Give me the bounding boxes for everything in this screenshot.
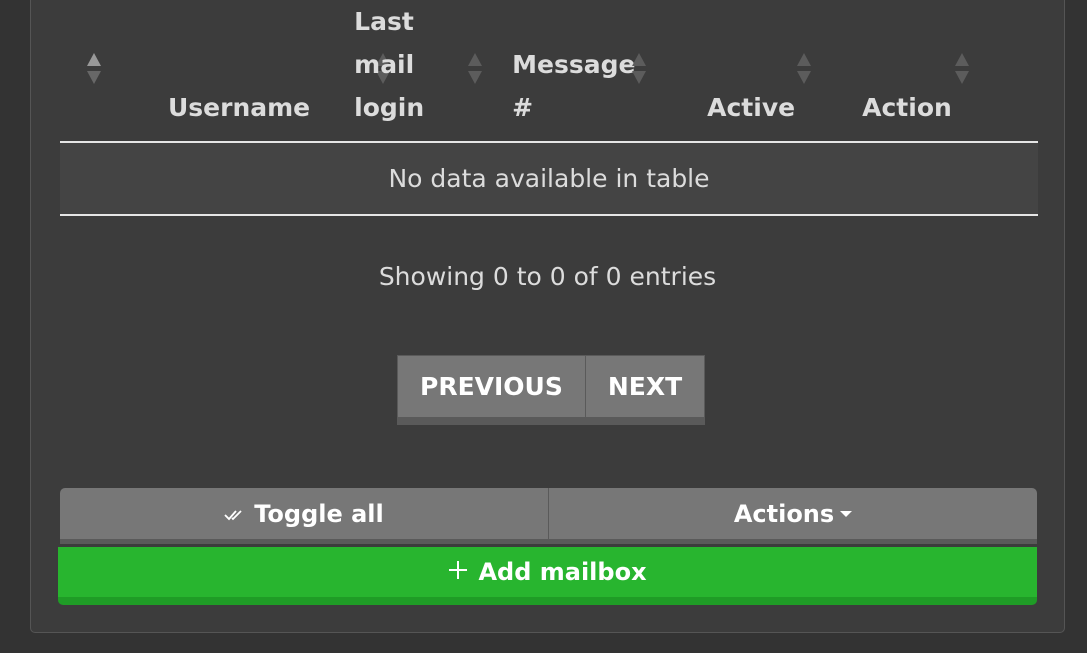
sort-icon bbox=[632, 53, 647, 87]
mailbox-panel: Username Last mail login Message # Activ… bbox=[30, 0, 1065, 633]
column-label: Active bbox=[707, 93, 796, 122]
actions-dropdown-button[interactable]: Actions bbox=[549, 488, 1037, 544]
plus-icon bbox=[448, 558, 468, 586]
column-label: Message # bbox=[512, 50, 636, 122]
column-header-username[interactable]: Username bbox=[120, 0, 390, 143]
table-info: Showing 0 to 0 of 0 entries bbox=[378, 262, 717, 291]
table-row: No data available in table bbox=[60, 142, 1038, 216]
sort-icon bbox=[87, 53, 101, 87]
table-toolbar: Toggle all Actions bbox=[60, 488, 1037, 544]
toggle-all-label: Toggle all bbox=[254, 499, 384, 528]
mailbox-table: Username Last mail login Message # Activ… bbox=[60, 0, 1038, 216]
column-header-message-count[interactable]: Message # bbox=[502, 0, 698, 143]
add-mailbox-label: Add mailbox bbox=[478, 558, 647, 586]
add-mailbox-button[interactable]: Add mailbox bbox=[58, 547, 1037, 605]
column-label: Last mail login bbox=[354, 7, 425, 122]
empty-table-message: No data available in table bbox=[60, 142, 1038, 216]
next-button[interactable]: NEXT bbox=[584, 356, 705, 417]
sort-icon bbox=[955, 53, 970, 87]
column-header-select[interactable] bbox=[60, 0, 120, 143]
column-label: Action bbox=[862, 93, 952, 122]
actions-label: Actions bbox=[733, 499, 835, 528]
sort-icon bbox=[468, 53, 483, 87]
caret-down-icon bbox=[840, 510, 853, 517]
column-header-last-mail-login[interactable]: Last mail login bbox=[344, 0, 503, 143]
check-double-icon bbox=[224, 500, 244, 528]
column-header-active[interactable]: Active bbox=[697, 0, 853, 143]
toggle-all-button[interactable]: Toggle all bbox=[60, 488, 549, 544]
column-header-action[interactable]: Action bbox=[852, 0, 1038, 143]
table-header-row: Username Last mail login Message # Activ… bbox=[60, 0, 1038, 143]
column-label: Username bbox=[168, 93, 311, 122]
sort-icon bbox=[797, 53, 812, 87]
previous-button[interactable]: PREVIOUS bbox=[398, 356, 585, 417]
pagination: PREVIOUS NEXT bbox=[397, 355, 706, 425]
